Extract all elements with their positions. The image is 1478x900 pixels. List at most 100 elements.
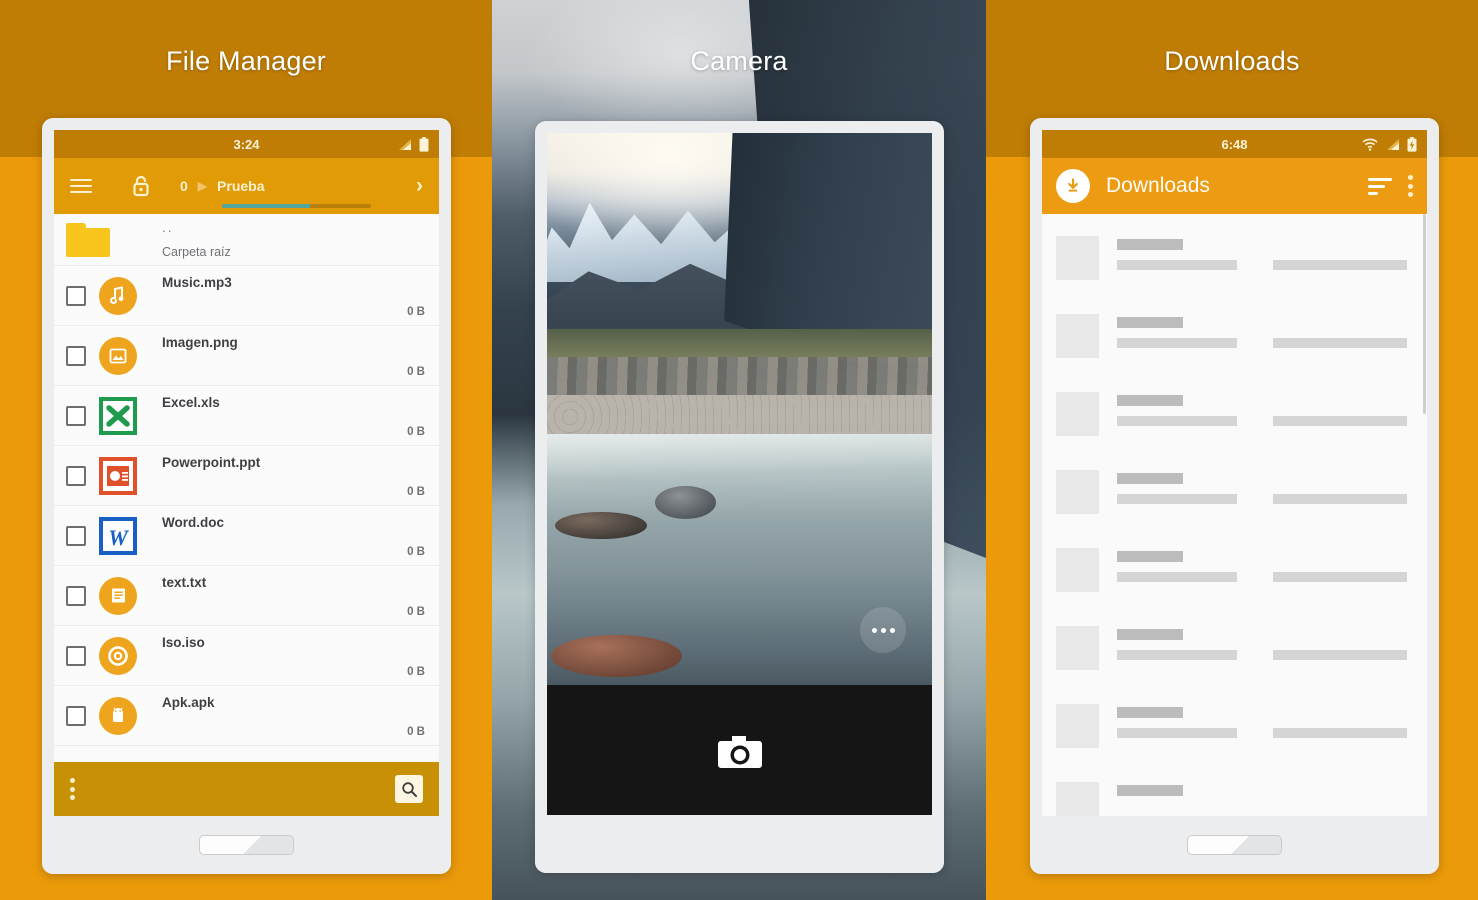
table-row[interactable]: Powerpoint.ppt 0 B xyxy=(54,446,439,506)
more-horizontal-icon[interactable] xyxy=(860,607,906,653)
table-row[interactable]: Iso.iso 0 B xyxy=(54,626,439,686)
row-checkbox[interactable] xyxy=(66,525,86,546)
camera-screen xyxy=(547,133,932,821)
phone-downloads: 6:48 Downloads xyxy=(1030,118,1439,874)
table-row[interactable]: Apk.apk 0 B xyxy=(54,686,439,746)
list-item-parent-folder[interactable]: .. Carpeta raíz xyxy=(54,214,439,266)
placeholder-thumbnail xyxy=(1056,314,1099,358)
row-checkbox[interactable] xyxy=(66,645,86,666)
file-size: 0 B xyxy=(407,366,425,378)
scrollbar[interactable] xyxy=(1423,214,1426,414)
more-vertical-icon[interactable] xyxy=(70,778,75,800)
home-button[interactable] xyxy=(1187,835,1282,855)
list-item[interactable] xyxy=(1042,226,1427,304)
camera-icon[interactable] xyxy=(715,731,765,776)
row-checkbox[interactable] xyxy=(66,705,86,726)
placeholder-title xyxy=(1117,317,1183,328)
camera-preview[interactable] xyxy=(547,133,932,685)
disc-icon xyxy=(98,636,138,676)
row-checkbox[interactable] xyxy=(66,345,86,366)
more-vertical-icon[interactable] xyxy=(1408,175,1413,197)
list-item[interactable] xyxy=(1042,694,1427,772)
file-name: Word.doc xyxy=(162,515,224,530)
placeholder-title xyxy=(1117,629,1183,640)
pebble-bank xyxy=(547,395,932,440)
home-button[interactable] xyxy=(199,835,294,855)
file-manager-nav-bar xyxy=(42,816,451,874)
file-name: Imagen.png xyxy=(162,335,238,350)
placeholder-meta xyxy=(1273,260,1407,270)
parent-name: .. xyxy=(162,220,174,235)
file-name: Apk.apk xyxy=(162,695,215,710)
phone-camera xyxy=(535,121,944,873)
table-row[interactable]: Music.mp3 0 B xyxy=(54,266,439,326)
phone-file-manager: 3:24 0 ▶ Prueba › .. Carpeta raíz Music.… xyxy=(42,118,451,874)
chevron-right-icon[interactable]: › xyxy=(416,174,423,198)
breadcrumb-count: 0 xyxy=(180,178,188,194)
table-row[interactable]: Excel.xls 0 B xyxy=(54,386,439,446)
list-item[interactable] xyxy=(1042,538,1427,616)
row-checkbox[interactable] xyxy=(66,405,86,426)
excel-icon xyxy=(98,396,138,436)
storage-progress-bar xyxy=(222,204,371,208)
file-manager-screen: 3:24 0 ▶ Prueba › .. Carpeta raíz Music.… xyxy=(54,130,439,816)
file-name: Excel.xls xyxy=(162,395,220,410)
table-row[interactable]: Imagen.png 0 B xyxy=(54,326,439,386)
music-note-icon xyxy=(98,276,138,316)
placeholder-thumbnail xyxy=(1056,548,1099,592)
list-item[interactable] xyxy=(1042,382,1427,460)
file-size: 0 B xyxy=(407,606,425,618)
file-manager-toolbar: 0 ▶ Prueba › xyxy=(54,158,439,214)
file-size: 0 B xyxy=(407,726,425,738)
text-document-icon xyxy=(98,576,138,616)
placeholder-meta xyxy=(1273,416,1407,426)
folder-icon xyxy=(66,220,110,260)
placeholder-meta xyxy=(1273,338,1407,348)
status-icons xyxy=(1362,136,1417,152)
row-checkbox[interactable] xyxy=(66,285,86,306)
placeholder-title xyxy=(1117,473,1183,484)
row-checkbox[interactable] xyxy=(66,465,86,486)
file-name: Iso.iso xyxy=(162,635,205,650)
list-item[interactable] xyxy=(1042,460,1427,538)
file-size: 0 B xyxy=(407,426,425,438)
file-list: .. Carpeta raíz Music.mp3 0 B Imagen.png… xyxy=(54,214,439,746)
sort-icon[interactable] xyxy=(1368,177,1392,195)
camera-nav-bar xyxy=(535,815,944,873)
placeholder-thumbnail xyxy=(1056,236,1099,280)
placeholder-thumbnail xyxy=(1056,782,1099,816)
placeholder-subtitle xyxy=(1117,260,1237,270)
file-name: Music.mp3 xyxy=(162,275,232,290)
list-item[interactable] xyxy=(1042,772,1427,816)
downloads-screen: 6:48 Downloads xyxy=(1042,130,1427,816)
battery-icon xyxy=(419,136,429,152)
file-name: Powerpoint.ppt xyxy=(162,455,261,470)
parent-subtitle: Carpeta raíz xyxy=(162,245,231,259)
placeholder-meta xyxy=(1273,650,1407,660)
file-name: text.txt xyxy=(162,575,207,590)
placeholder-thumbnail xyxy=(1056,470,1099,514)
list-item[interactable] xyxy=(1042,304,1427,382)
placeholder-subtitle xyxy=(1117,494,1237,504)
file-size: 0 B xyxy=(407,306,425,318)
signal-icon xyxy=(399,138,411,150)
signal-icon xyxy=(1387,138,1399,150)
row-checkbox[interactable] xyxy=(66,585,86,606)
svg-text:W: W xyxy=(108,525,129,550)
placeholder-subtitle xyxy=(1117,338,1237,348)
search-icon[interactable] xyxy=(395,775,423,803)
placeholder-subtitle xyxy=(1117,728,1237,738)
status-icons xyxy=(397,136,429,152)
mountain-peaks xyxy=(547,202,755,283)
table-row[interactable]: W Word.doc 0 B xyxy=(54,506,439,566)
unlocked-padlock-icon[interactable] xyxy=(128,173,154,199)
hamburger-menu-icon[interactable] xyxy=(68,173,94,199)
breadcrumb-path: Prueba xyxy=(217,178,265,194)
breadcrumb[interactable]: 0 ▶ Prueba xyxy=(180,178,265,194)
list-item[interactable] xyxy=(1042,616,1427,694)
table-row[interactable]: text.txt 0 B xyxy=(54,566,439,626)
file-size: 0 B xyxy=(407,666,425,678)
placeholder-title xyxy=(1117,785,1183,796)
placeholder-title xyxy=(1117,707,1183,718)
stone-wall xyxy=(547,356,932,401)
